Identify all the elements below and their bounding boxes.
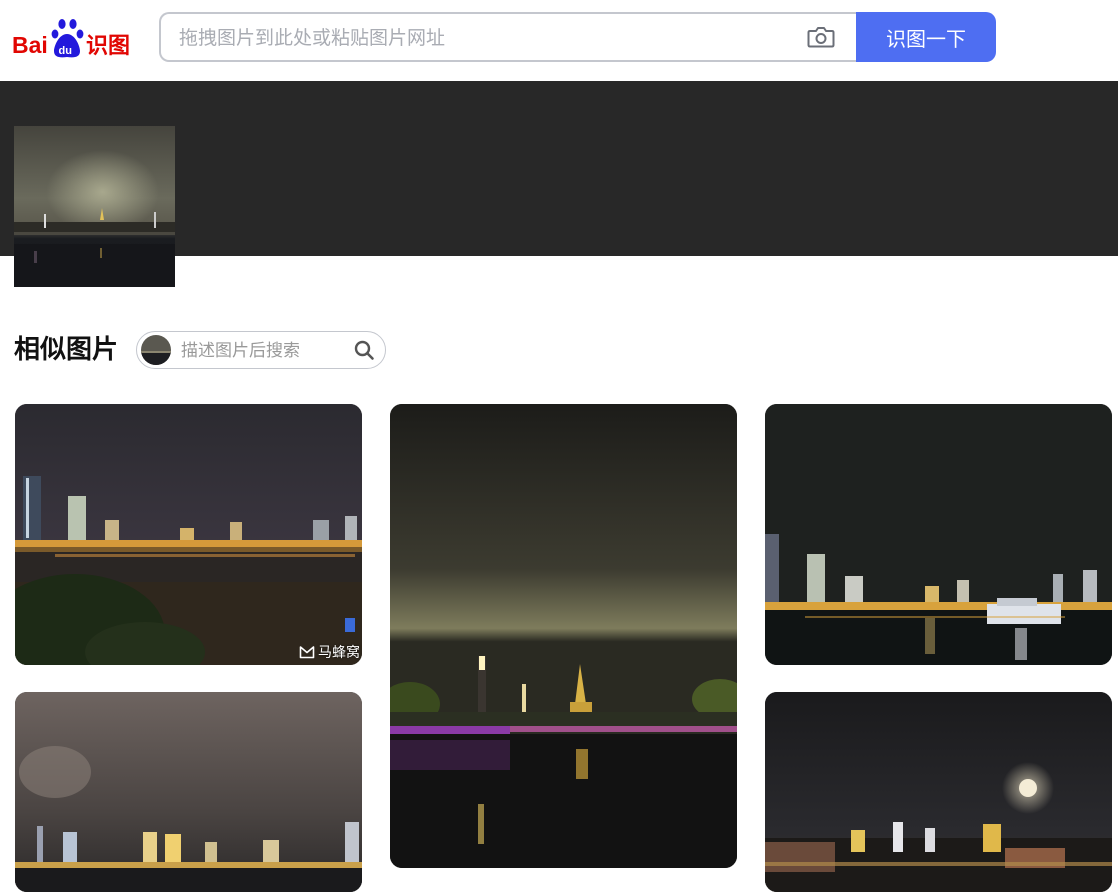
result-image xyxy=(15,404,362,665)
describe-input[interactable] xyxy=(179,332,351,370)
baidu-shitu-logo[interactable]: Bai du 识图 xyxy=(12,16,136,60)
describe-search-box[interactable] xyxy=(136,331,386,370)
query-image[interactable] xyxy=(14,126,175,287)
result-card[interactable] xyxy=(390,404,737,868)
header: Bai du 识图 识图一下 xyxy=(0,0,1118,81)
similar-images-title: 相似图片 xyxy=(14,335,119,365)
result-card[interactable] xyxy=(765,692,1112,892)
result-card[interactable] xyxy=(765,404,1112,665)
source-badge: 马蜂窝 xyxy=(299,643,360,661)
camera-icon[interactable] xyxy=(807,25,835,49)
svg-text:Bai: Bai xyxy=(12,32,48,58)
search-button[interactable]: 识图一下 xyxy=(856,12,996,62)
query-thumbnail-avatar xyxy=(141,335,171,365)
image-url-input[interactable] xyxy=(177,14,801,62)
result-card[interactable]: 马蜂窝 xyxy=(15,404,362,665)
result-image xyxy=(765,692,1112,892)
result-image xyxy=(765,404,1112,665)
baidu-paw-icon: Bai du 识图 xyxy=(12,19,130,59)
mafengwo-logo-icon xyxy=(299,646,315,659)
source-label: 马蜂窝 xyxy=(318,645,360,661)
result-image xyxy=(390,404,737,868)
svg-text:du: du xyxy=(59,45,72,57)
search-icon[interactable] xyxy=(353,339,375,361)
result-image xyxy=(15,692,362,892)
svg-text:识图: 识图 xyxy=(86,34,130,59)
image-search-box[interactable] xyxy=(159,12,856,62)
result-card[interactable] xyxy=(15,692,362,892)
